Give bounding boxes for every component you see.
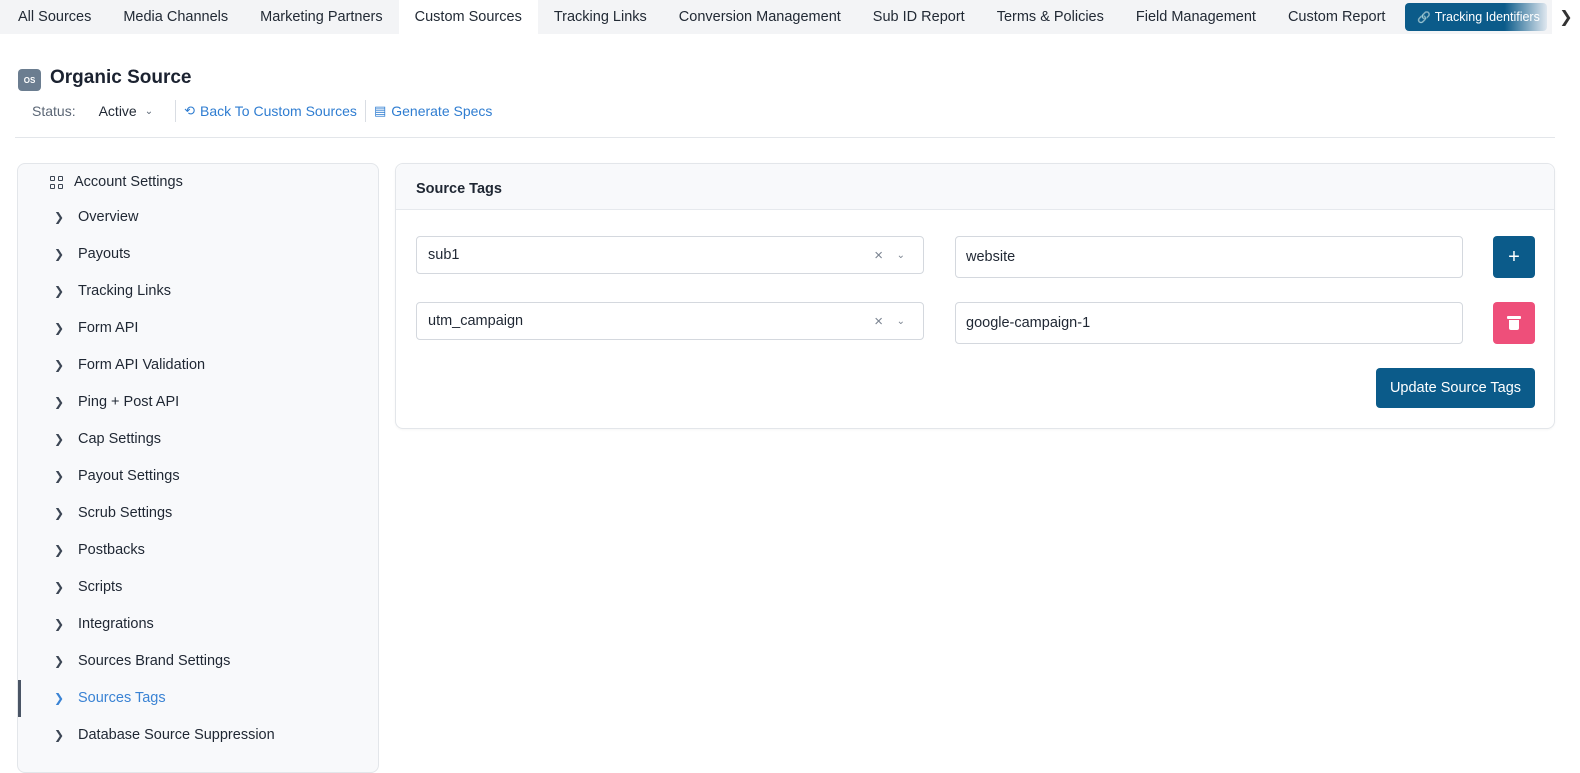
tab-all-sources[interactable]: All Sources [0,0,107,34]
chevron-right-icon: ❯ [54,284,65,298]
sidebar-item-form-api[interactable]: ❯ Form API [54,320,138,336]
tag-key-value: utm_campaign [428,313,524,329]
generate-specs-link[interactable]: ▤ Generate Specs [374,103,492,119]
chevron-right-icon: ❯ [54,654,65,668]
tracking-identifiers-label: Tracking Identifiers [1434,10,1540,24]
tag-key-select[interactable]: utm_campaign × ⌄ [416,302,924,340]
status-label: Status: [32,103,76,119]
tab-custom-sources[interactable]: Custom Sources [398,0,538,34]
history-icon: ⟲ [184,103,196,118]
source-badge: OS [18,69,41,91]
sidebar-item-payout-settings[interactable]: ❯ Payout Settings [54,468,180,484]
trash-icon [1507,316,1521,330]
sidebar-item-label: Integrations [78,616,154,632]
chevron-right-icon: ❯ [54,210,65,224]
generate-specs-label: Generate Specs [391,103,493,119]
message-icon: ▤ [373,103,387,118]
update-source-tags-button[interactable]: Update Source Tags [1376,368,1535,408]
sidebar-heading-label: Account Settings [74,174,183,190]
sidebar-item-sources-brand-settings[interactable]: ❯ Sources Brand Settings [54,653,230,669]
sidebar-item-label: Payout Settings [78,468,180,484]
clear-icon[interactable]: × [874,313,883,330]
sidebar-item-scripts[interactable]: ❯ Scripts [54,579,122,595]
chevron-right-icon: ❯ [54,395,65,409]
grid-icon [50,175,63,189]
card-title: Source Tags [416,181,502,197]
sidebar-item-label: Form API Validation [78,357,206,373]
chevron-down-icon[interactable]: ⌄ [897,250,905,261]
sidebar-item-label: Tracking Links [78,283,171,299]
settings-sidebar: Account Settings ❯ Overview ❯ Payouts ❯ Tra… [17,163,379,773]
tracking-identifiers-button[interactable]: 🔗 Tracking Identifiers [1405,3,1547,31]
plus-icon: + [1508,245,1520,268]
sidebar-item-integrations[interactable]: ❯ Integrations [54,616,154,632]
sidebar-item-database-source-suppression[interactable]: ❯ Database Source Suppression [54,727,275,743]
tag-key-select[interactable]: sub1 × ⌄ [416,236,924,274]
header-divider [15,137,1555,138]
sidebar-item-label: Payouts [78,246,131,262]
sidebar-item-label: Scripts [78,579,123,595]
chevron-right-icon: ❯ [54,543,65,557]
sidebar-item-postbacks[interactable]: ❯ Postbacks [54,542,145,558]
active-item-indicator [18,680,21,717]
tag-value-input[interactable] [955,302,1463,344]
tab-terms-policies[interactable]: Terms & Policies [981,0,1120,34]
sidebar-item-cap-settings[interactable]: ❯ Cap Settings [54,431,161,447]
sidebar-item-label: Postbacks [78,542,145,558]
status-dropdown[interactable]: Active [99,103,137,119]
tag-key-value: sub1 [428,247,460,263]
clear-icon[interactable]: × [874,247,883,264]
chevron-right-icon: ❯ [54,247,65,261]
chevron-right-icon: ❯ [54,321,65,335]
chevron-right-icon: ❯ [54,469,65,483]
chevron-down-icon[interactable]: ⌄ [897,316,905,327]
divider [364,100,366,122]
chevron-right-icon: ❯ [54,691,65,705]
chevron-right-icon: ❯ [54,506,65,520]
chevron-down-icon[interactable]: ⌄ [145,106,153,117]
back-link-label: Back To Custom Sources [200,103,357,119]
tab-scroll-right-icon[interactable]: ❯ [1552,0,1580,34]
sidebar-item-ping-post-api[interactable]: ❯ Ping + Post API [54,394,179,410]
sidebar-item-form-api-validation[interactable]: ❯ Form API Validation [54,357,205,373]
sidebar-item-tracking-links[interactable]: ❯ Tracking Links [54,283,171,299]
chevron-right-icon: ❯ [54,432,65,446]
chevron-right-icon: ❯ [54,580,65,594]
sidebar-item-label: Scrub Settings [78,505,173,521]
link-icon: 🔗 [1417,11,1431,24]
sidebar-item-label: Form API [78,320,139,336]
sidebar-item-payouts[interactable]: ❯ Payouts [54,246,130,262]
card-header: Source Tags [396,164,1554,210]
sidebar-item-sources-tags[interactable]: ❯ Sources Tags [54,690,166,706]
sidebar-item-label: Sources Brand Settings [78,653,231,669]
sidebar-item-label: Database Source Suppression [78,727,275,743]
delete-tag-button[interactable] [1493,302,1535,344]
status-row: Status: Active ⌄ ⟲ Back To Custom Source… [32,100,492,122]
chevron-right-icon: ❯ [54,728,65,742]
divider [175,100,177,122]
sidebar-item-label: Ping + Post API [78,394,180,410]
sidebar-item-label: Cap Settings [78,431,162,447]
sidebar-item-label: Overview [78,209,139,225]
tab-sub-id-report[interactable]: Sub ID Report [857,0,981,34]
add-tag-button[interactable]: + [1493,236,1535,278]
sidebar-item-label: Sources Tags [78,690,166,706]
top-tab-bar: All Sources Media Channels Marketing Par… [0,0,1580,34]
tab-custom-report[interactable]: Custom Report [1272,0,1402,34]
tab-tracking-links[interactable]: Tracking Links [538,0,663,34]
source-tags-card: Source Tags sub1 × ⌄ + utm_campaign × ⌄ … [395,163,1555,429]
tab-media-channels[interactable]: Media Channels [107,0,244,34]
sidebar-item-scrub-settings[interactable]: ❯ Scrub Settings [54,505,172,521]
back-to-custom-sources-link[interactable]: ⟲ Back To Custom Sources [184,103,357,119]
page-title: Organic Source [50,67,192,88]
sidebar-item-overview[interactable]: ❯ Overview [54,209,138,225]
tab-conversion-management[interactable]: Conversion Management [663,0,857,34]
sidebar-heading: Account Settings [50,174,183,190]
tag-value-input[interactable] [955,236,1463,278]
chevron-right-icon: ❯ [54,617,65,631]
tab-marketing-partners[interactable]: Marketing Partners [244,0,399,34]
chevron-right-icon: ❯ [54,358,65,372]
tab-field-management[interactable]: Field Management [1120,0,1272,34]
